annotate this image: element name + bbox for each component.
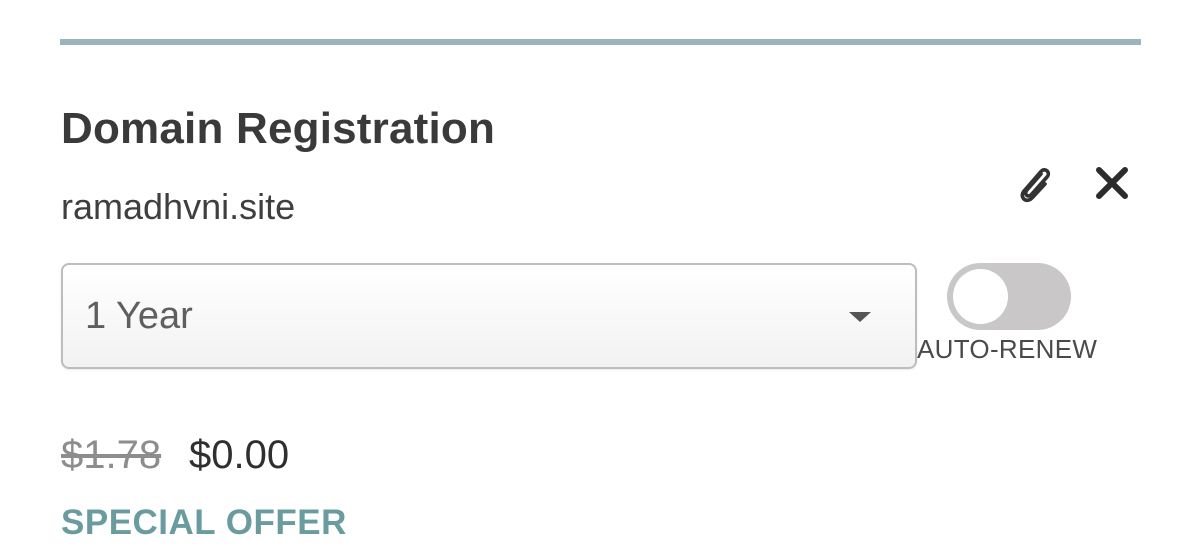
- toggle-knob: [953, 269, 1008, 324]
- special-offer-badge: SPECIAL OFFER: [61, 503, 347, 542]
- auto-renew-label: AUTO-RENEW: [917, 334, 1098, 364]
- auto-renew-toggle[interactable]: [947, 263, 1071, 330]
- original-price: $1.78: [61, 433, 162, 477]
- paperclip-icon: [1020, 168, 1051, 203]
- term-select-value: 1 Year: [85, 295, 193, 337]
- cart-item: Domain Registration ramadhvni.site 1 Yea…: [0, 0, 1200, 560]
- close-icon: [1096, 167, 1128, 199]
- remove-item-button[interactable]: [1087, 158, 1137, 208]
- domain-name: ramadhvni.site: [61, 186, 296, 227]
- top-divider: [60, 39, 1141, 45]
- chevron-down-icon: [849, 312, 871, 322]
- current-price: $0.00: [189, 433, 290, 477]
- item-title: Domain Registration: [61, 104, 496, 153]
- term-select[interactable]: 1 Year: [61, 263, 917, 369]
- attach-button[interactable]: [1007, 156, 1063, 212]
